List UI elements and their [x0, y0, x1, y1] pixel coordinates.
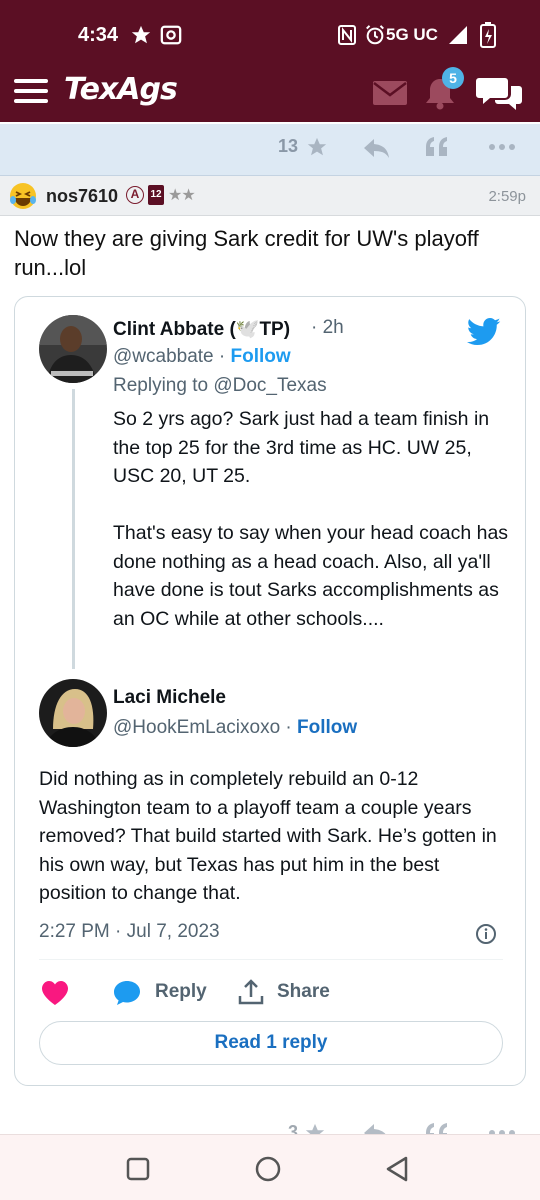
- reply-author-handle[interactable]: @HookEmLacixoxo: [113, 717, 280, 738]
- home-icon[interactable]: [254, 1155, 282, 1183]
- post-username[interactable]: nos7610: [46, 186, 118, 207]
- embedded-tweet[interactable]: Clint Abbate (🕊️TP) · 2h @wcabbate · Fol…: [14, 296, 526, 1086]
- nfc-icon: [338, 25, 356, 45]
- replying-to[interactable]: Replying to @Doc_Texas: [113, 375, 327, 397]
- follow-button-2[interactable]: Follow: [297, 717, 357, 738]
- 12th-man-badge: 12: [148, 185, 164, 205]
- notification-badge: 5: [442, 67, 464, 89]
- quote-icon[interactable]: [424, 136, 450, 158]
- chat-icon[interactable]: [476, 74, 522, 112]
- post-time: 2:59p: [488, 188, 526, 205]
- reply-author-name[interactable]: Laci Michele: [113, 687, 226, 709]
- reply-button[interactable]: Reply: [155, 981, 207, 1003]
- battery-icon: [480, 22, 496, 48]
- previous-post-actions: 13: [0, 124, 540, 176]
- next-post-actions: 3: [0, 1114, 540, 1134]
- twitter-bird-icon[interactable]: [467, 317, 501, 347]
- status-bar: 4:34 5G UC: [0, 0, 540, 60]
- tweet-time: · 2h: [311, 317, 344, 338]
- more-icon[interactable]: [488, 136, 516, 158]
- next-star-count: 3: [288, 1122, 299, 1134]
- star-notification-icon: [131, 25, 151, 44]
- tweet-body-2: Did nothing as in completely rebuild an …: [39, 768, 497, 904]
- tweet-author-handle[interactable]: @wcabbate: [113, 346, 214, 367]
- tweet-author-handle-row: @wcabbate · Follow: [113, 346, 291, 367]
- tweet-author-name[interactable]: Clint Abbate (🕊️TP): [113, 317, 290, 341]
- cast-icon: [160, 25, 182, 45]
- laci-michele-avatar[interactable]: [39, 679, 107, 747]
- menu-icon[interactable]: [14, 78, 48, 104]
- share-button[interactable]: Share: [277, 981, 330, 1003]
- heart-icon[interactable]: [41, 980, 69, 1006]
- next-quote-icon[interactable]: [424, 1122, 450, 1134]
- laughing-emoji-avatar[interactable]: [8, 181, 38, 211]
- next-reply-icon[interactable]: [362, 1122, 390, 1134]
- reply-bubble-icon[interactable]: [113, 980, 141, 1006]
- divider: [39, 959, 503, 960]
- info-icon[interactable]: [475, 923, 497, 945]
- thread-line: [72, 389, 75, 669]
- star-count: 13: [278, 136, 299, 156]
- star-icon[interactable]: [306, 136, 328, 158]
- clint-abbate-avatar[interactable]: [39, 315, 107, 383]
- navigation-bar: [0, 1134, 540, 1200]
- mail-icon[interactable]: [372, 80, 408, 106]
- reply-author-handle-row: @HookEmLacixoxo · Follow: [113, 717, 358, 738]
- follow-button[interactable]: Follow: [231, 346, 291, 367]
- next-star-icon[interactable]: [304, 1122, 326, 1134]
- share-icon[interactable]: [237, 978, 265, 1006]
- texags-logo[interactable]: TexAgs: [64, 72, 178, 107]
- status-time: 4:34: [78, 24, 119, 46]
- next-more-icon[interactable]: [488, 1122, 516, 1134]
- post-body: Now they are giving Sark credit for UW's…: [14, 226, 479, 280]
- tweet-body-1: So 2 yrs ago? Sark just had a team finis…: [113, 408, 509, 630]
- alarm-icon: [366, 25, 384, 45]
- back-icon[interactable]: [384, 1155, 410, 1183]
- app-header: TexAgs 5: [0, 60, 540, 122]
- read-replies-button[interactable]: Read 1 reply: [39, 1021, 503, 1065]
- network-label: 5G UC: [386, 25, 438, 44]
- tweet-date[interactable]: 2:27 PM · Jul 7, 2023: [39, 921, 220, 943]
- user-stars: ★★: [168, 187, 196, 204]
- signal-icon: [449, 26, 467, 44]
- recent-apps-icon[interactable]: [126, 1157, 150, 1181]
- post-header: nos7610 A 12 ★★ 2:59p: [0, 176, 540, 216]
- reply-icon[interactable]: [362, 137, 390, 159]
- member-badge-a: A: [126, 186, 144, 204]
